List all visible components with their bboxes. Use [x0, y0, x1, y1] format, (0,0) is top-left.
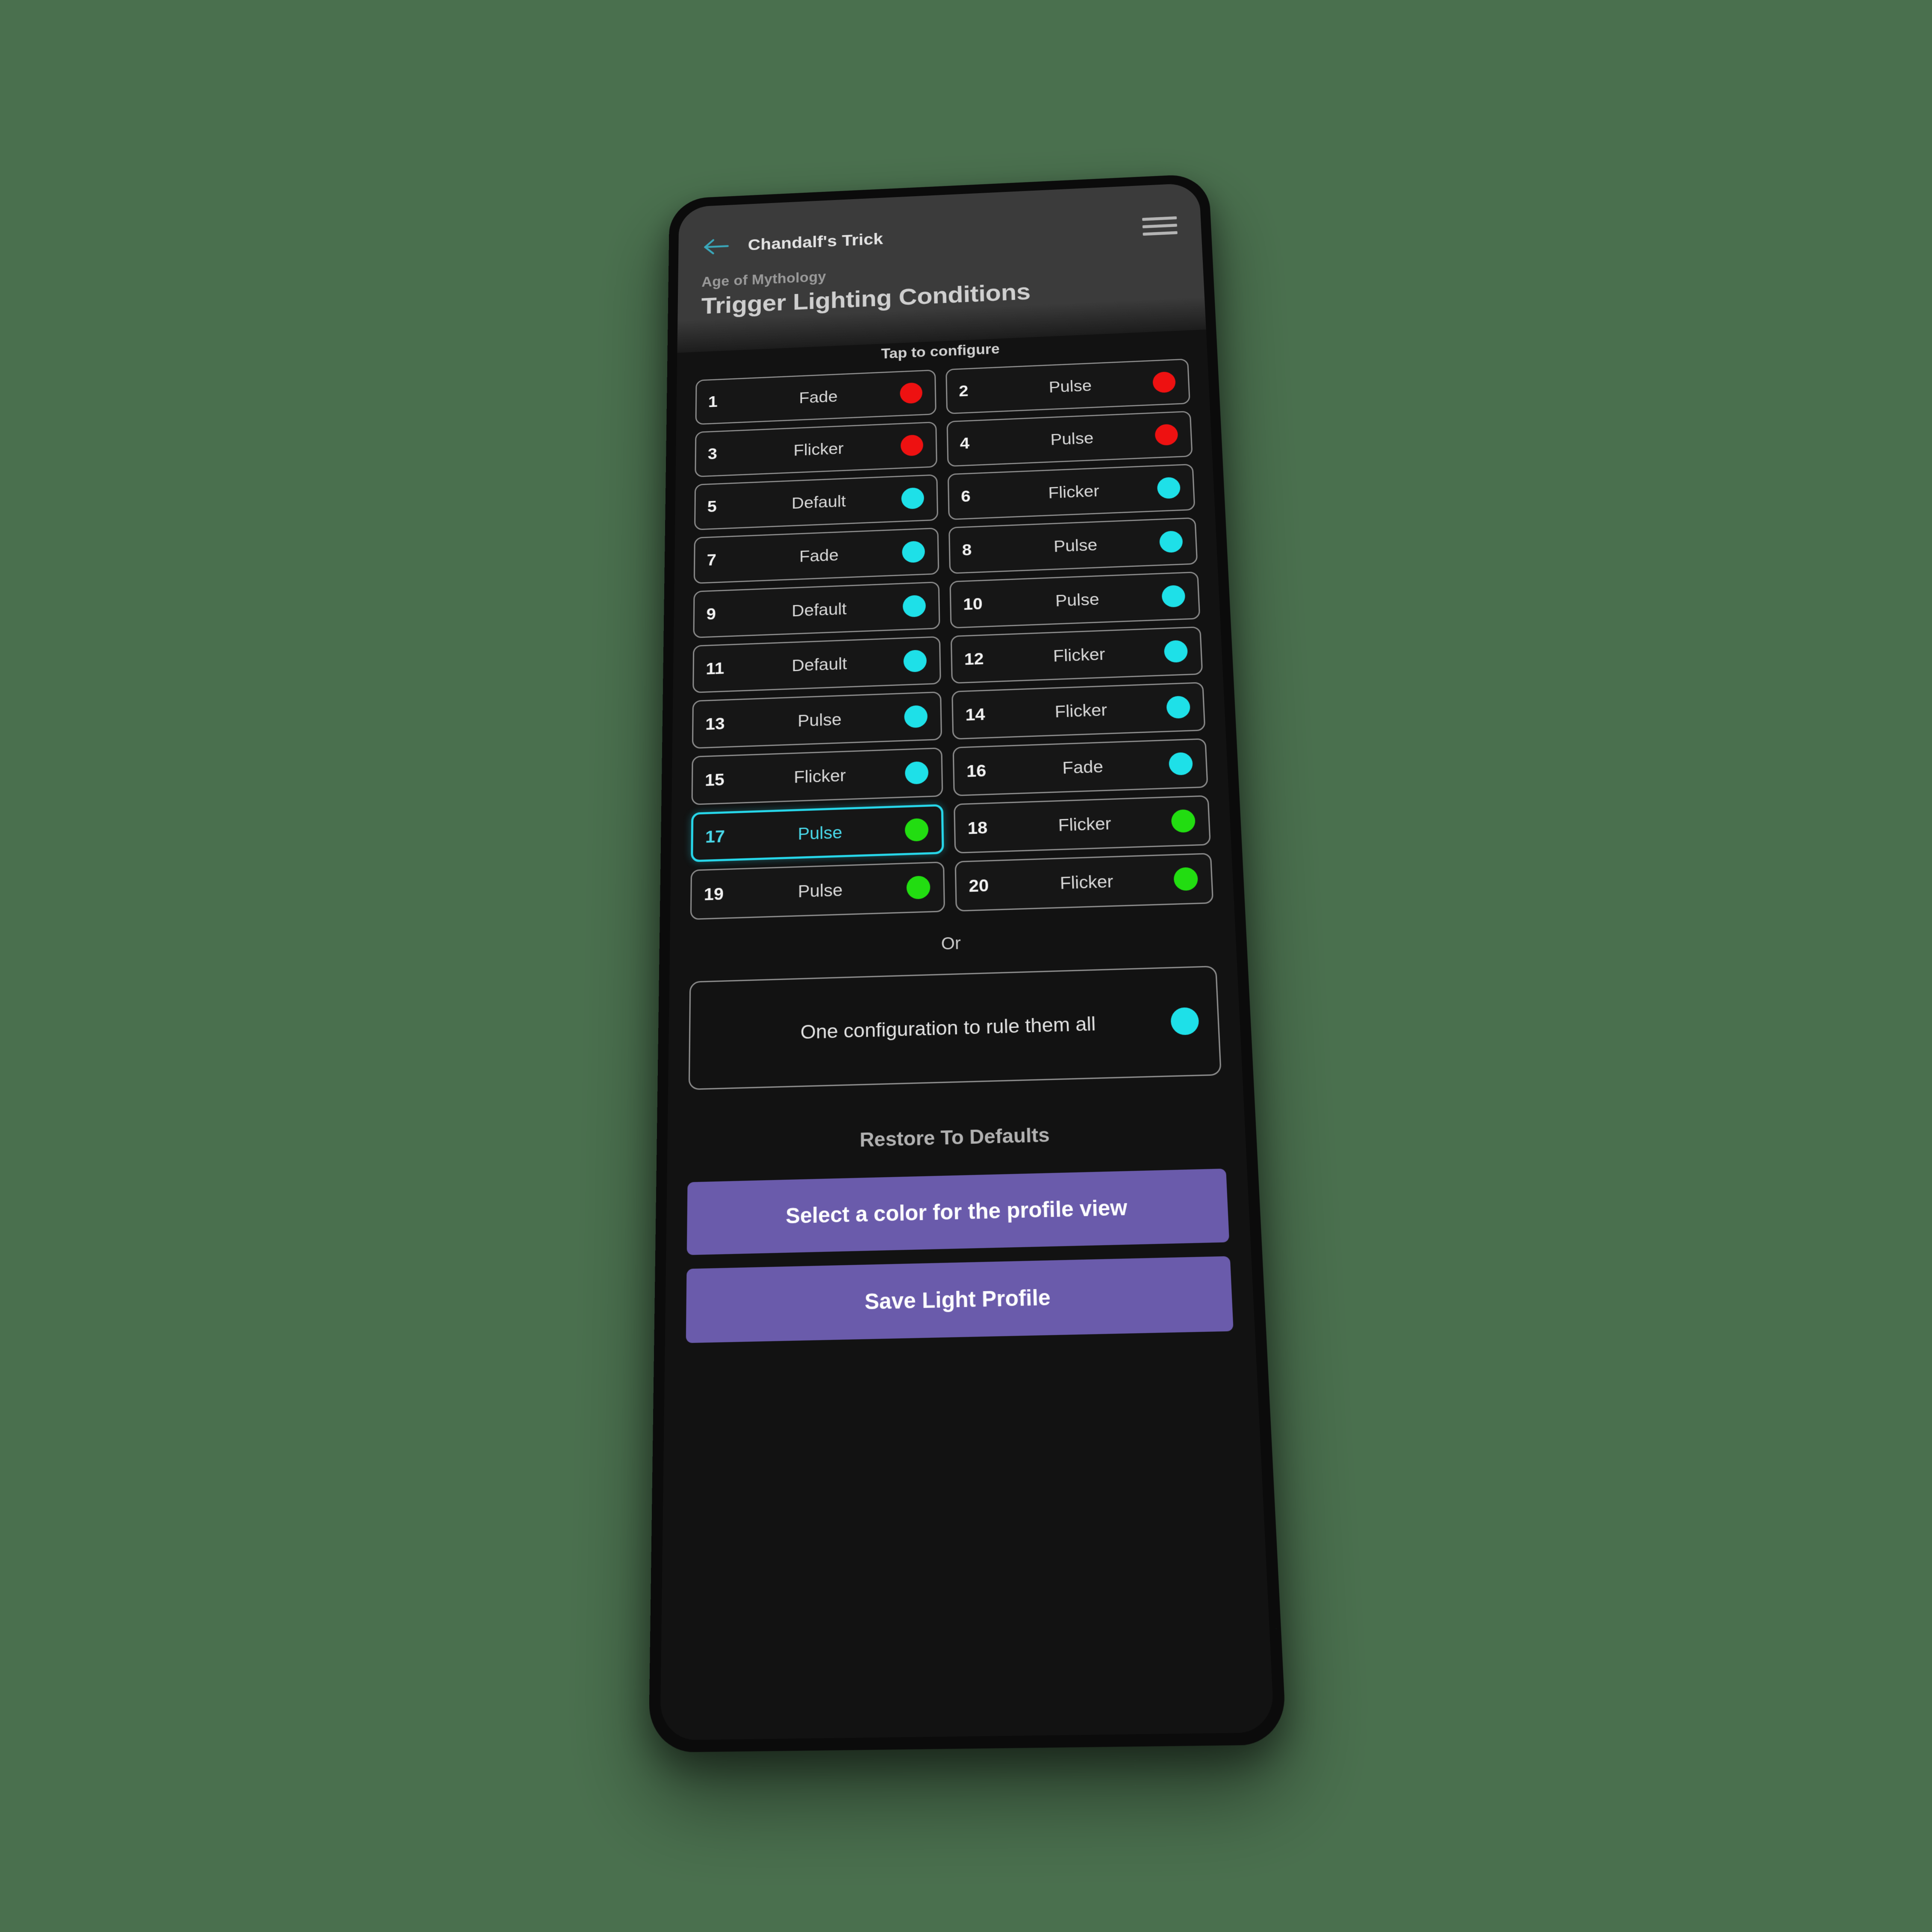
- phone-screen: Chandalf's Trick Age of Mythology Trigge…: [660, 183, 1274, 1741]
- condition-color-dot[interactable]: [1154, 424, 1178, 445]
- condition-index: 11: [706, 658, 745, 678]
- conditions-grid: 1 Fade 2 Pulse 3 Flicker 4 Pulse 5 Default 6 Flicke…: [690, 359, 1213, 920]
- condition-mode-label: Pulse: [1002, 587, 1162, 612]
- scene: Chandalf's Trick Age of Mythology Trigge…: [0, 0, 1932, 1932]
- condition-chip[interactable]: 7 Fade: [694, 527, 939, 584]
- condition-index: 4: [960, 433, 998, 452]
- condition-index: 16: [966, 760, 1007, 781]
- condition-chip[interactable]: 3 Flicker: [695, 421, 937, 477]
- condition-color-dot[interactable]: [903, 650, 927, 672]
- condition-color-dot[interactable]: [903, 595, 926, 618]
- condition-chip[interactable]: 12 Flicker: [951, 626, 1203, 683]
- condition-chip[interactable]: 5 Default: [694, 474, 938, 530]
- condition-mode-label: Flicker: [746, 437, 901, 462]
- condition-index: 5: [707, 496, 746, 516]
- condition-mode-label: Pulse: [997, 374, 1153, 398]
- condition-mode-label: Flicker: [744, 763, 905, 789]
- condition-color-dot[interactable]: [1173, 867, 1198, 891]
- condition-index: 13: [705, 713, 745, 733]
- condition-color-dot[interactable]: [1152, 371, 1176, 393]
- condition-index: 14: [965, 704, 1005, 724]
- condition-chip[interactable]: 15 Flicker: [692, 748, 943, 805]
- condition-index: 15: [705, 769, 745, 790]
- condition-index: 18: [967, 817, 1008, 838]
- condition-chip[interactable]: 9 Default: [693, 581, 940, 638]
- condition-chip[interactable]: 8 Pulse: [948, 517, 1198, 574]
- condition-color-dot[interactable]: [1171, 809, 1196, 833]
- condition-color-dot[interactable]: [1164, 640, 1188, 663]
- bottom-spacer: [685, 1346, 1237, 1414]
- global-config-color-dot[interactable]: [1170, 1007, 1199, 1035]
- condition-index: 10: [963, 593, 1003, 614]
- condition-mode-label: Fade: [1006, 754, 1169, 780]
- condition-mode-label: Pulse: [998, 426, 1155, 451]
- condition-color-dot[interactable]: [904, 705, 928, 728]
- condition-index: 20: [969, 875, 1010, 896]
- condition-color-dot[interactable]: [1157, 477, 1181, 499]
- condition-chip[interactable]: 14 Flicker: [951, 682, 1205, 739]
- condition-color-dot[interactable]: [902, 541, 925, 563]
- condition-index: 2: [959, 380, 997, 400]
- hamburger-bar-3: [1143, 231, 1178, 236]
- condition-color-dot[interactable]: [905, 761, 928, 784]
- condition-color-dot[interactable]: [1159, 530, 1183, 553]
- condition-color-dot[interactable]: [1166, 696, 1190, 719]
- restore-to-defaults-button[interactable]: Restore To Defaults: [688, 1075, 1226, 1182]
- app-bar-title: Chandalf's Trick: [748, 230, 884, 254]
- condition-chip[interactable]: 16 Fade: [953, 738, 1208, 796]
- condition-index: 19: [704, 883, 744, 904]
- condition-mode-label: Default: [745, 489, 901, 514]
- condition-chip[interactable]: 13 Pulse: [692, 692, 942, 749]
- condition-chip[interactable]: 17 Pulse: [691, 804, 944, 862]
- hamburger-bar-2: [1143, 224, 1177, 228]
- condition-mode-label: Flicker: [1009, 869, 1174, 895]
- condition-mode-label: Default: [745, 597, 903, 622]
- condition-color-dot[interactable]: [901, 487, 924, 510]
- condition-chip[interactable]: 4 Pulse: [946, 411, 1193, 467]
- condition-chip[interactable]: 19 Pulse: [690, 862, 945, 920]
- condition-mode-label: Default: [745, 652, 904, 677]
- condition-chip[interactable]: 18 Flicker: [954, 795, 1211, 854]
- condition-color-dot[interactable]: [900, 382, 922, 404]
- condition-mode-label: Pulse: [744, 878, 907, 903]
- condition-chip[interactable]: 6 Flicker: [948, 464, 1196, 520]
- condition-mode-label: Flicker: [1007, 811, 1172, 836]
- condition-chip[interactable]: 10 Pulse: [949, 571, 1200, 628]
- condition-color-dot[interactable]: [901, 434, 923, 456]
- save-light-profile-button[interactable]: Save Light Profile: [686, 1256, 1234, 1343]
- condition-index: 17: [705, 826, 745, 847]
- condition-mode-label: Pulse: [745, 707, 904, 732]
- condition-index: 3: [708, 443, 746, 463]
- condition-mode-label: Flicker: [999, 479, 1157, 504]
- select-profile-color-button[interactable]: Select a color for the profile view: [687, 1169, 1229, 1255]
- condition-color-dot[interactable]: [907, 876, 931, 900]
- hamburger-bar-1: [1142, 216, 1177, 221]
- arrow-left-icon[interactable]: [702, 236, 732, 257]
- condition-chip[interactable]: 11 Default: [692, 636, 941, 693]
- condition-index: 8: [962, 539, 1001, 559]
- condition-index: 1: [708, 391, 746, 411]
- condition-index: 12: [964, 648, 1004, 669]
- global-config-label: One configuration to rule them all: [709, 1010, 1171, 1046]
- app-bar: Chandalf's Trick Age of Mythology Trigge…: [677, 183, 1205, 321]
- condition-mode-label: Pulse: [1001, 533, 1160, 558]
- condition-index: 9: [706, 603, 745, 623]
- condition-mode-label: Flicker: [1004, 642, 1165, 668]
- condition-mode-label: Pulse: [745, 820, 905, 845]
- condition-mode-label: Fade: [745, 543, 902, 568]
- condition-mode-label: Flicker: [1005, 698, 1167, 723]
- condition-index: 6: [961, 486, 1000, 506]
- condition-chip[interactable]: 20 Flicker: [955, 853, 1214, 911]
- condition-color-dot[interactable]: [1169, 752, 1193, 775]
- global-config-row[interactable]: One configuration to rule them all: [689, 966, 1222, 1090]
- phone-device: Chandalf's Trick Age of Mythology Trigge…: [648, 174, 1287, 1752]
- condition-color-dot[interactable]: [1161, 585, 1185, 607]
- hamburger-menu-icon[interactable]: [1142, 214, 1178, 238]
- condition-index: 7: [707, 549, 745, 569]
- condition-mode-label: Fade: [746, 385, 900, 409]
- condition-color-dot[interactable]: [905, 818, 929, 842]
- main-content: Tap to configure 1 Fade 2 Pulse 3 Flicker 4 Pul…: [660, 330, 1274, 1741]
